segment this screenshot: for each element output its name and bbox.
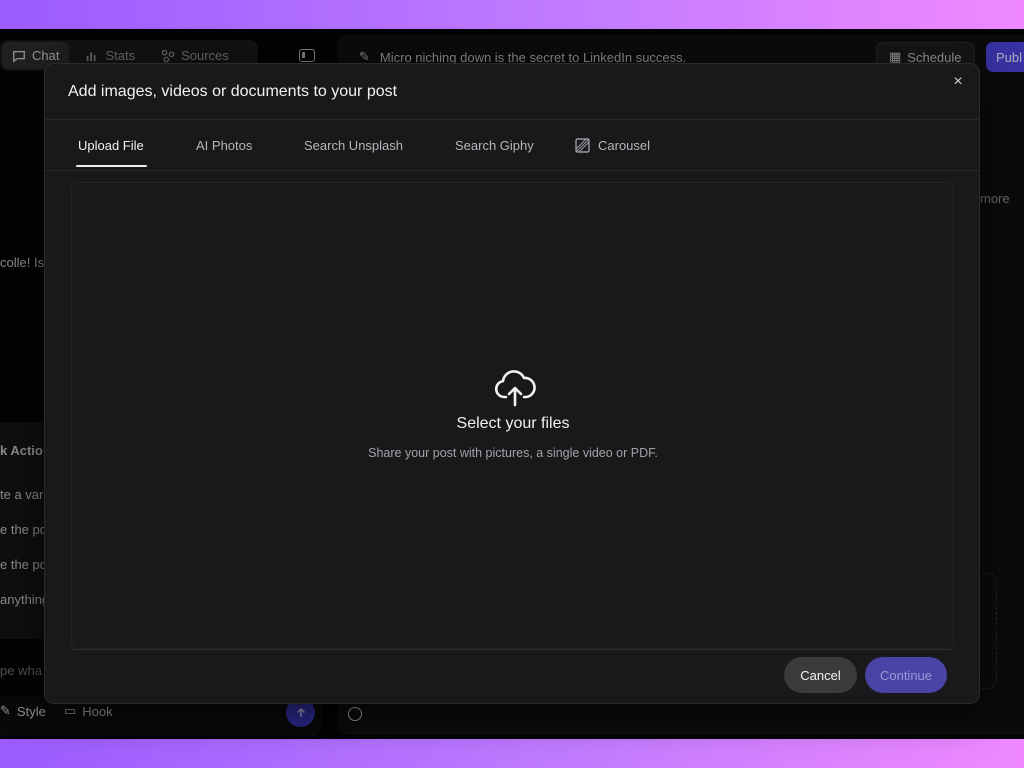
tab-label: Search Unsplash [304, 138, 403, 153]
tab-label: Carousel [598, 138, 651, 153]
close-icon[interactable]: × [951, 74, 965, 90]
top-gradient-border [0, 0, 1024, 29]
tab-search-giphy[interactable]: Search Giphy [455, 138, 534, 153]
cancel-button[interactable]: Cancel [784, 657, 857, 693]
tab-ai-photos[interactable]: AI Photos [196, 138, 252, 153]
tab-upload-file[interactable]: Upload File [78, 138, 144, 153]
tab-label: Upload File [78, 138, 144, 153]
tab-label: AI Photos [196, 138, 253, 153]
dialog-title: Add images, videos or documents to your … [68, 83, 398, 100]
carousel-icon [575, 138, 590, 153]
tab-search-unsplash[interactable]: Search Unsplash [304, 138, 403, 153]
media-upload-dialog: Add images, videos or documents to your … [44, 63, 980, 704]
dialog-header: Add images, videos or documents to your … [45, 64, 979, 120]
dropzone-title[interactable]: Select your files [45, 415, 981, 433]
continue-button[interactable]: Continue [865, 657, 947, 693]
tab-carousel[interactable]: Carousel [575, 138, 650, 153]
footer-divider [71, 649, 954, 650]
cloud-upload-icon[interactable] [494, 369, 536, 407]
tab-label: Search Giphy [455, 138, 534, 153]
dialog-tabs: Upload File AI Photos Search Unsplash Se… [45, 120, 979, 171]
active-tab-indicator [76, 165, 147, 167]
bottom-gradient-border [0, 739, 1024, 768]
dropzone-subtitle: Share your post with pictures, a single … [368, 446, 658, 460]
